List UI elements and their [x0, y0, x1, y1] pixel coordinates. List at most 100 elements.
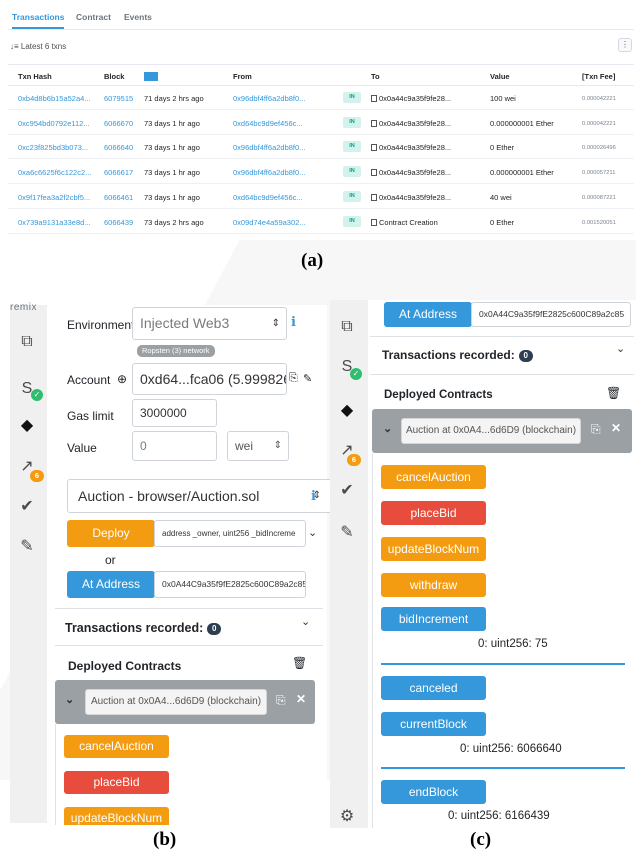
to-cell[interactable]: 0x0a44c9a35f9fe28...	[371, 193, 451, 202]
transactions-recorded[interactable]: Transactions recorded: 0	[65, 621, 222, 635]
txn-hash-cell[interactable]: 0x9f17fea3a2f2cbf5...	[18, 193, 90, 202]
settings-icon[interactable]: ⚙	[335, 806, 359, 826]
value-cell: 0.000000001 Ether	[490, 168, 554, 178]
from-cell[interactable]: 0xd64bc9d9ef456c...	[233, 119, 303, 128]
chevron-down-icon[interactable]: ⌄	[301, 615, 310, 628]
info-icon[interactable]: i	[311, 489, 316, 504]
end-block-button[interactable]: endBlock	[381, 780, 486, 804]
at-address-input[interactable]: 0x0A44C9a35f9fE2825c600C89a2c85	[154, 571, 306, 598]
age-cell: 73 days 1 hr ago	[144, 192, 200, 202]
trash-icon[interactable]: 🗑	[292, 656, 307, 670]
age-cell: 73 days 2 hrs ago	[144, 217, 204, 227]
file-explorer-icon[interactable]: ⧉	[15, 333, 39, 351]
to-cell[interactable]: 0x0a44c9a35f9fe28...	[371, 119, 451, 128]
chevron-down-icon[interactable]: ⌄	[65, 693, 74, 706]
deployed-contracts-title: Deployed Contracts	[68, 659, 182, 673]
block-cell[interactable]: 6066439	[104, 218, 133, 227]
caption-a: (a)	[301, 250, 324, 271]
clipboard-icon[interactable]: ⎘	[276, 693, 286, 708]
value-unit-select[interactable]: wei ⇕	[227, 431, 289, 461]
txn-hash-cell[interactable]: 0xc954bd0792e112...	[18, 119, 90, 128]
block-cell[interactable]: 6066617	[104, 168, 133, 177]
bid-increment-button[interactable]: bidIncrement	[381, 607, 486, 631]
chevron-down-icon[interactable]: ⌄	[616, 342, 625, 355]
at-address-button[interactable]: At Address	[384, 302, 472, 327]
contract-icon	[371, 193, 377, 201]
value-input[interactable]: 0	[132, 431, 217, 461]
place-bid-button[interactable]: placeBid	[64, 771, 169, 794]
add-account-icon[interactable]: ⊕	[117, 372, 127, 386]
transactions-table: Txn Hash Block Age From To Value [Txn Fe…	[8, 64, 634, 240]
gas-limit-input[interactable]: 3000000	[132, 399, 217, 427]
update-block-num-button[interactable]: updateBlockNum	[381, 537, 486, 561]
clipboard-icon[interactable]: ⎘	[591, 422, 601, 437]
divider	[381, 663, 625, 665]
col-from: From	[233, 72, 252, 81]
contract-instance-name: Auction at 0x0A4...6d6D9 (blockchain)	[85, 689, 267, 715]
from-cell[interactable]: 0x96dbf4ff6a2db8f0...	[233, 94, 305, 103]
chevron-down-icon[interactable]: ⌄	[308, 526, 317, 539]
deploy-icon[interactable]: ◆	[335, 400, 359, 420]
contract-select[interactable]: Auction - browser/Auction.sol ⇕	[67, 479, 332, 513]
info-icon[interactable]: i	[291, 315, 296, 330]
from-cell[interactable]: 0xd64bc9d9ef456c...	[233, 193, 303, 202]
deploy-params-input[interactable]: address _owner, uint256 _bidIncreme	[154, 520, 306, 547]
block-cell[interactable]: 6079515	[104, 94, 133, 103]
instance-border	[372, 453, 373, 828]
at-address-button[interactable]: At Address	[67, 571, 155, 598]
account-select[interactable]: 0xd64...fca06 (5.999826	[132, 363, 287, 395]
txn-hash-cell[interactable]: 0xb4d8b6b15a52a4...	[18, 94, 91, 103]
from-cell[interactable]: 0x96dbf4ff6a2db8f0...	[233, 143, 305, 152]
cancel-auction-button[interactable]: cancelAuction	[64, 735, 169, 758]
direction-badge: IN	[343, 141, 361, 153]
kebab-icon[interactable]: ⋮	[618, 38, 632, 52]
chevron-down-icon[interactable]: ⌄	[383, 422, 392, 435]
txn-hash-cell[interactable]: 0x739a9131a33e8d...	[18, 218, 91, 227]
from-cell[interactable]: 0x96dbf4ff6a2db8f0...	[233, 168, 305, 177]
current-block-button[interactable]: currentBlock	[381, 712, 486, 736]
divider	[381, 767, 625, 769]
edit-icon[interactable]: ✎	[303, 372, 312, 385]
plugin-icon[interactable]: ✎	[15, 536, 39, 556]
from-cell[interactable]: 0x09d74e4a59a302...	[233, 218, 306, 227]
to-cell[interactable]: 0x0a44c9a35f9fe28...	[371, 143, 451, 152]
to-cell[interactable]: Contract Creation	[371, 218, 438, 227]
table-row: 0xc954bd0792e112... 6066670 73 days 1 hr a…	[8, 111, 634, 135]
double-check-icon[interactable]: ✔	[15, 496, 39, 516]
block-cell[interactable]: 6066670	[104, 119, 133, 128]
divider	[370, 374, 634, 375]
transactions-recorded[interactable]: Transactions recorded: 0	[382, 348, 533, 362]
divider	[55, 608, 323, 609]
txn-hash-cell[interactable]: 0xa6c6625f6c122c2...	[18, 168, 91, 177]
tab-contract[interactable]: Contract	[76, 12, 111, 22]
plugin-icon[interactable]: ✎	[335, 522, 359, 542]
txn-hash-cell[interactable]: 0xc23f825bd3b073...	[18, 143, 88, 152]
trash-icon[interactable]: 🗑	[606, 386, 621, 400]
etherscan-transactions-panel: Transactions Contract Events ↓≡ Latest 6…	[0, 0, 636, 240]
cancel-auction-button[interactable]: cancelAuction	[381, 465, 486, 489]
update-block-num-button[interactable]: updateBlockNum	[64, 807, 169, 825]
value-cell: 40 wei	[490, 192, 512, 202]
table-row: 0xa6c6625f6c122c2... 6066617 73 days 1 hr …	[8, 160, 634, 185]
to-cell[interactable]: 0x0a44c9a35f9fe28...	[371, 94, 451, 103]
file-explorer-icon[interactable]: ⧉	[335, 318, 359, 336]
copy-icon[interactable]: ⎘	[289, 372, 298, 385]
to-cell[interactable]: 0x0a44c9a35f9fe28...	[371, 168, 451, 177]
tab-transactions[interactable]: Transactions	[12, 12, 65, 29]
withdraw-button[interactable]: withdraw	[381, 573, 486, 597]
at-address-input[interactable]: 0x0A44C9a35f9fE2825c600C89a2c85	[471, 302, 631, 327]
canceled-button[interactable]: canceled	[381, 676, 486, 700]
tab-events[interactable]: Events	[124, 12, 152, 22]
close-icon[interactable]: ✕	[611, 421, 621, 435]
environment-select[interactable]: Injected Web3 ⇕	[132, 307, 287, 340]
account-label: Account	[67, 373, 111, 387]
deploy-icon[interactable]: ◆	[15, 415, 39, 435]
close-icon[interactable]: ✕	[296, 692, 306, 706]
place-bid-button[interactable]: placeBid	[381, 501, 486, 525]
block-cell[interactable]: 6066640	[104, 143, 133, 152]
double-check-icon[interactable]: ✔	[335, 480, 359, 500]
txn-count-label: ↓≡ Latest 6 txns	[10, 42, 67, 51]
block-cell[interactable]: 6066461	[104, 193, 133, 202]
deploy-button[interactable]: Deploy	[67, 520, 155, 547]
col-age[interactable]: Age	[144, 72, 159, 81]
